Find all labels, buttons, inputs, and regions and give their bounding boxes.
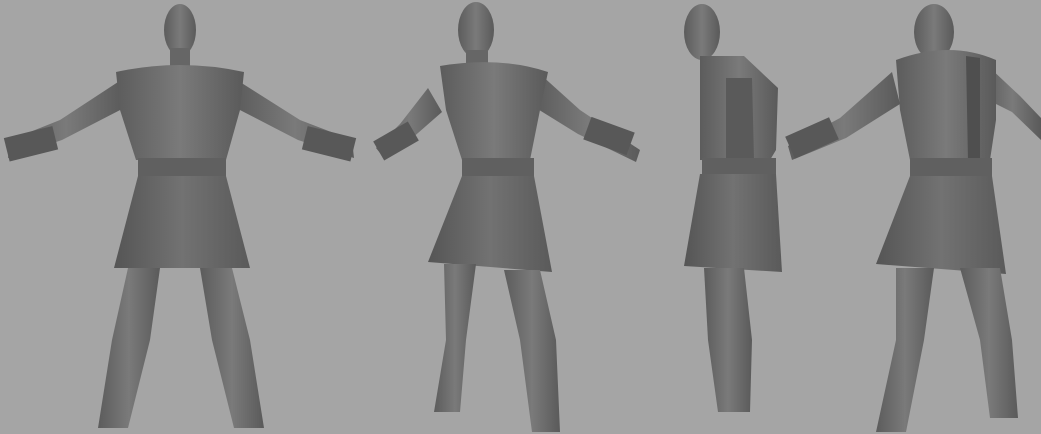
character-turnaround (3, 2, 1041, 432)
viewport (0, 0, 1041, 434)
front-view-figure (3, 4, 357, 428)
three-quarter-back-view-figure (785, 4, 1041, 432)
three-quarter-front-view-figure (373, 2, 640, 432)
side-view-figure (684, 4, 782, 412)
